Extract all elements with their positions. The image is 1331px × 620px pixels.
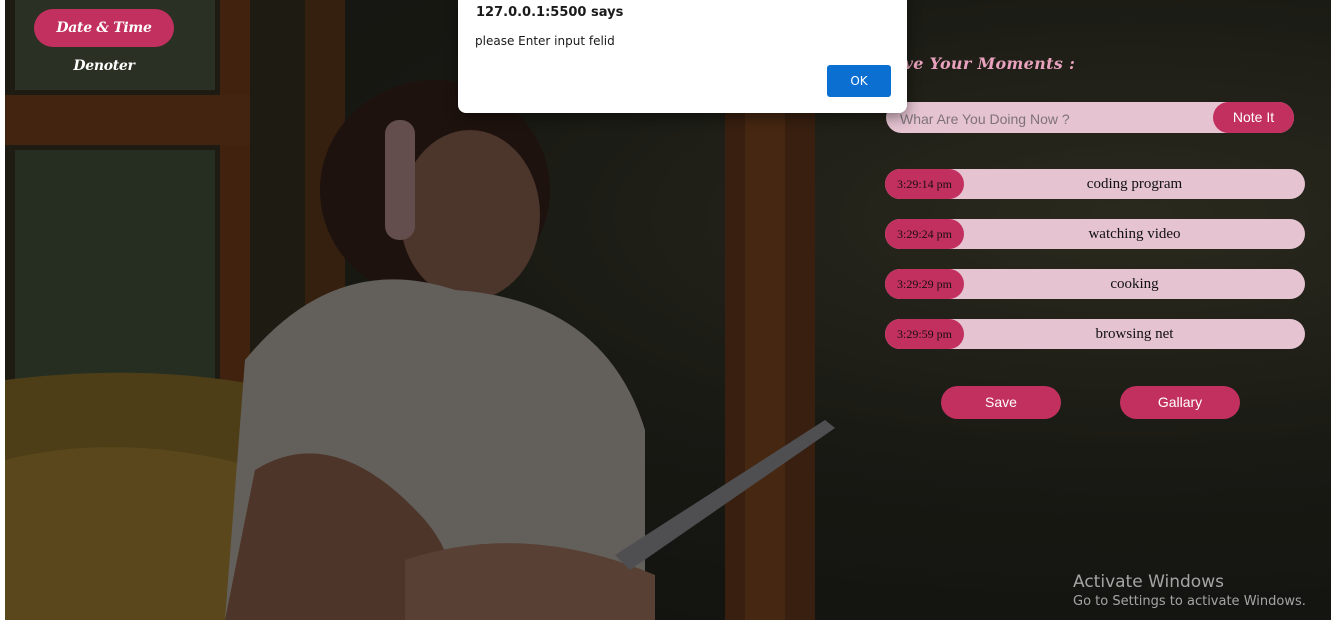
ok-button[interactable]: OK [827,65,891,97]
brand-logo[interactable]: Date & Time Denoter [34,9,174,74]
watermark-subtitle: Go to Settings to activate Windows. [1073,594,1306,609]
watermark-title: Activate Windows [1073,572,1224,592]
note-it-button[interactable]: Note It [1213,102,1294,133]
moment-entry: 3:29:14 pm coding program [885,169,1305,199]
entry-time: 3:29:24 pm [885,219,964,249]
moment-entry: 3:29:59 pm browsing net [885,319,1305,349]
entry-activity: coding program [1086,176,1183,192]
note-input-bar: Note It [886,102,1294,135]
page: Date & Time Denoter ave Your Moments : N… [0,0,1331,620]
save-button[interactable]: Save [941,386,1061,419]
moment-entry: 3:29:24 pm watching video [885,219,1305,249]
entry-activity: cooking [1110,276,1159,292]
dialog-title: 127.0.0.1:5500 says [476,5,624,20]
dialog-message: please Enter input felid [475,34,615,48]
alert-dialog: 127.0.0.1:5500 says please Enter input f… [458,0,907,113]
entry-activity: browsing net [1095,326,1174,342]
gallery-button[interactable]: Gallary [1120,386,1240,419]
activate-windows-watermark: Activate Windows Go to Settings to activ… [1073,572,1306,609]
entry-time: 3:29:14 pm [885,169,964,199]
entry-activity: watching video [1088,226,1181,242]
entry-time: 3:29:29 pm [885,269,964,299]
entry-time: 3:29:59 pm [885,319,964,349]
moment-entry: 3:29:29 pm cooking [885,269,1305,299]
activity-input[interactable] [898,102,1212,135]
section-heading: ave Your Moments : [893,54,1076,73]
